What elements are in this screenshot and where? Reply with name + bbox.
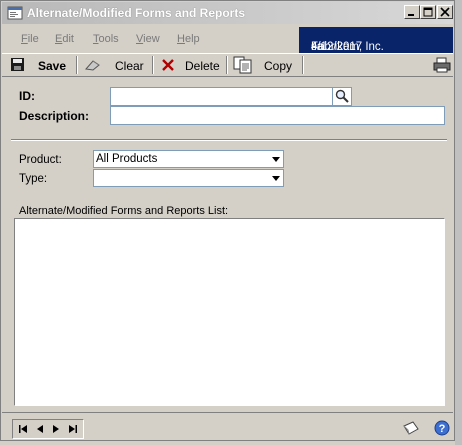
title-bar[interactable]: Alternate/Modified Forms and Reports: [2, 2, 453, 24]
forms-reports-list[interactable]: [14, 218, 445, 406]
toolbar-separator: [302, 56, 304, 74]
chevron-down-icon[interactable]: [268, 170, 283, 186]
minimize-icon: [408, 14, 414, 16]
help-icon[interactable]: ?: [434, 420, 450, 436]
delete-x-icon: [162, 59, 174, 71]
copy-icon: [233, 56, 252, 74]
product-select[interactable]: All Products: [93, 150, 284, 168]
type-select[interactable]: [93, 169, 284, 187]
window-icon: [7, 5, 23, 21]
print-button[interactable]: [432, 56, 452, 74]
id-label: ID:: [19, 89, 35, 103]
close-button[interactable]: [437, 5, 453, 19]
eraser-icon: [85, 60, 100, 71]
forms-list-label: Alternate/Modified Forms and Reports Lis…: [19, 205, 229, 217]
close-icon: [440, 7, 450, 17]
svg-text:?: ?: [439, 423, 446, 435]
description-label: Description:: [19, 109, 90, 123]
maximize-button[interactable]: [420, 5, 436, 19]
toolbar-separator: [76, 56, 78, 74]
chevron-down-icon[interactable]: [268, 151, 283, 167]
user-date: 4/12/2017: [311, 41, 363, 53]
id-input[interactable]: [110, 87, 333, 106]
id-lookup-button[interactable]: [332, 87, 352, 106]
description-input[interactable]: [110, 106, 445, 125]
save-icon: [11, 58, 24, 71]
toolbar-separator: [152, 56, 154, 74]
printer-icon: [433, 57, 451, 73]
menu-view[interactable]: View: [136, 33, 160, 45]
next-record-icon[interactable]: [50, 423, 62, 435]
toolbar: Save Clear Delete Copy: [2, 53, 453, 77]
menu-tools[interactable]: Tools: [93, 33, 119, 45]
menu-help[interactable]: Help: [177, 33, 200, 45]
window: Alternate/Modified Forms and Reports Fil…: [0, 0, 455, 441]
background-window-edge: [455, 0, 462, 445]
maximize-icon: [423, 7, 433, 17]
previous-record-icon[interactable]: [34, 423, 46, 435]
first-record-icon[interactable]: [17, 423, 29, 435]
type-label: Type:: [19, 173, 48, 185]
minimize-button[interactable]: [404, 5, 420, 19]
save-button[interactable]: Save: [8, 56, 74, 74]
copy-button[interactable]: Copy: [232, 56, 300, 74]
note-icon[interactable]: [402, 420, 420, 436]
company-info[interactable]: sa Fabrikam, Inc. 4/12/2017: [299, 27, 453, 53]
menu-file[interactable]: File: [21, 33, 39, 45]
clear-button[interactable]: Clear: [82, 56, 148, 74]
last-record-icon[interactable]: [67, 423, 79, 435]
record-navigation: [12, 419, 84, 439]
product-label: Product:: [19, 154, 62, 166]
delete-button[interactable]: Delete: [158, 56, 224, 74]
section-divider: [11, 139, 447, 141]
toolbar-separator: [226, 56, 228, 74]
menu-edit[interactable]: Edit: [55, 33, 74, 45]
window-title: Alternate/Modified Forms and Reports: [27, 6, 246, 20]
magnifier-icon: [335, 89, 349, 103]
status-bar: ?: [2, 412, 453, 441]
